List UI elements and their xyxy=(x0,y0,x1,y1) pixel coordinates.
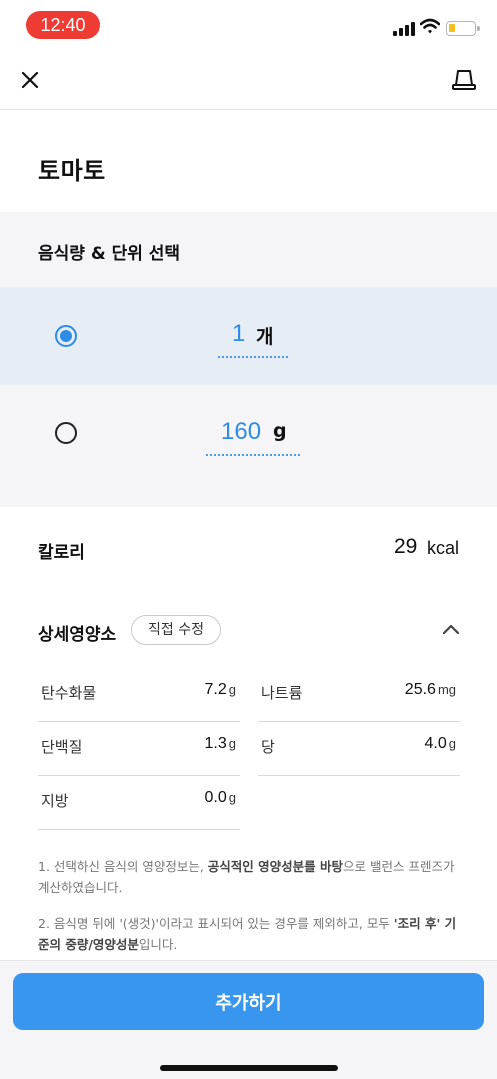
amount-underline xyxy=(206,454,300,456)
amount-value[interactable]: 160 xyxy=(221,418,261,446)
page-title: 토마토 xyxy=(38,157,106,185)
nutrient-name: 탄수화물 xyxy=(41,684,97,702)
calorie-unit: kcal xyxy=(427,538,460,558)
nutrient-name: 지방 xyxy=(41,792,69,810)
unit-option-piece[interactable]: 1 개 xyxy=(0,287,497,385)
chevron-up-icon[interactable] xyxy=(442,622,460,636)
nutrient-value: 1.3 g xyxy=(204,735,236,752)
nutrition-notes: 1. 선택하신 음식의 영양정보는, 공식적인 영양성분를 바탕으로 밸런스 프… xyxy=(38,856,463,970)
section-divider xyxy=(0,482,497,507)
nutrient-value: 0.0 g xyxy=(204,789,236,806)
status-bar: 12:40 xyxy=(0,0,497,50)
nutrient-value: 4.0 g xyxy=(424,735,456,752)
battery-icon xyxy=(446,21,480,36)
detail-nutrients-title: 상세영양소 xyxy=(38,625,117,645)
nutrient-protein: 단백질 1.3 g xyxy=(38,722,240,776)
wifi-icon xyxy=(420,18,440,34)
note-2: 2. 음식명 뒤에 '(생것)'이라고 표시되어 있는 경우를 제외하고, 모두… xyxy=(38,916,457,952)
nutrient-fat: 지방 0.0 g xyxy=(38,776,240,830)
close-icon[interactable] xyxy=(18,68,42,92)
calorie-label: 칼로리 xyxy=(38,543,85,563)
nutrient-value: 25.6 mg xyxy=(404,681,456,698)
note-1: 1. 선택하신 음식의 영양정보는, 공식적인 영양성분를 바탕으로 밸런스 프… xyxy=(38,859,455,895)
unit-label: 개 xyxy=(256,326,274,348)
status-time: 12:40 xyxy=(26,11,100,39)
calorie-value: 29 xyxy=(394,535,418,558)
home-indicator xyxy=(160,1065,338,1071)
unit-section-title: 음식량 & 단위 선택 xyxy=(38,244,181,264)
title-area: 토마토 xyxy=(0,111,497,211)
nutrient-sodium: 나트륨 25.6 mg xyxy=(258,668,460,722)
detail-nutrients-header: 상세영양소 직접 수정 xyxy=(0,600,497,660)
bottom-action-bar: 추가하기 xyxy=(0,960,497,1079)
scale-icon[interactable] xyxy=(451,68,477,92)
top-nav xyxy=(0,50,497,110)
cellular-signal-icon xyxy=(393,22,415,36)
add-button[interactable]: 추가하기 xyxy=(13,973,484,1030)
nutrient-name: 단백질 xyxy=(41,738,83,756)
nutrient-name: 당 xyxy=(261,738,275,756)
amount-value[interactable]: 1 xyxy=(232,320,245,348)
nutrient-carbs: 탄수화물 7.2 g xyxy=(38,668,240,722)
unit-section-header: 음식량 & 단위 선택 xyxy=(0,212,497,287)
amount-underline xyxy=(218,356,288,358)
unit-label: g xyxy=(273,420,287,442)
edit-nutrients-button[interactable]: 직접 수정 xyxy=(131,615,221,645)
unit-option-gram[interactable]: 160 g xyxy=(0,385,497,483)
radio-unselected-icon[interactable] xyxy=(55,422,77,444)
nutrient-value: 7.2 g xyxy=(204,681,236,698)
radio-selected-icon[interactable] xyxy=(55,325,77,347)
nutrient-name: 나트륨 xyxy=(261,684,303,702)
calorie-row: 칼로리 29 kcal xyxy=(0,507,497,592)
nutrient-sugar: 당 4.0 g xyxy=(258,722,460,776)
